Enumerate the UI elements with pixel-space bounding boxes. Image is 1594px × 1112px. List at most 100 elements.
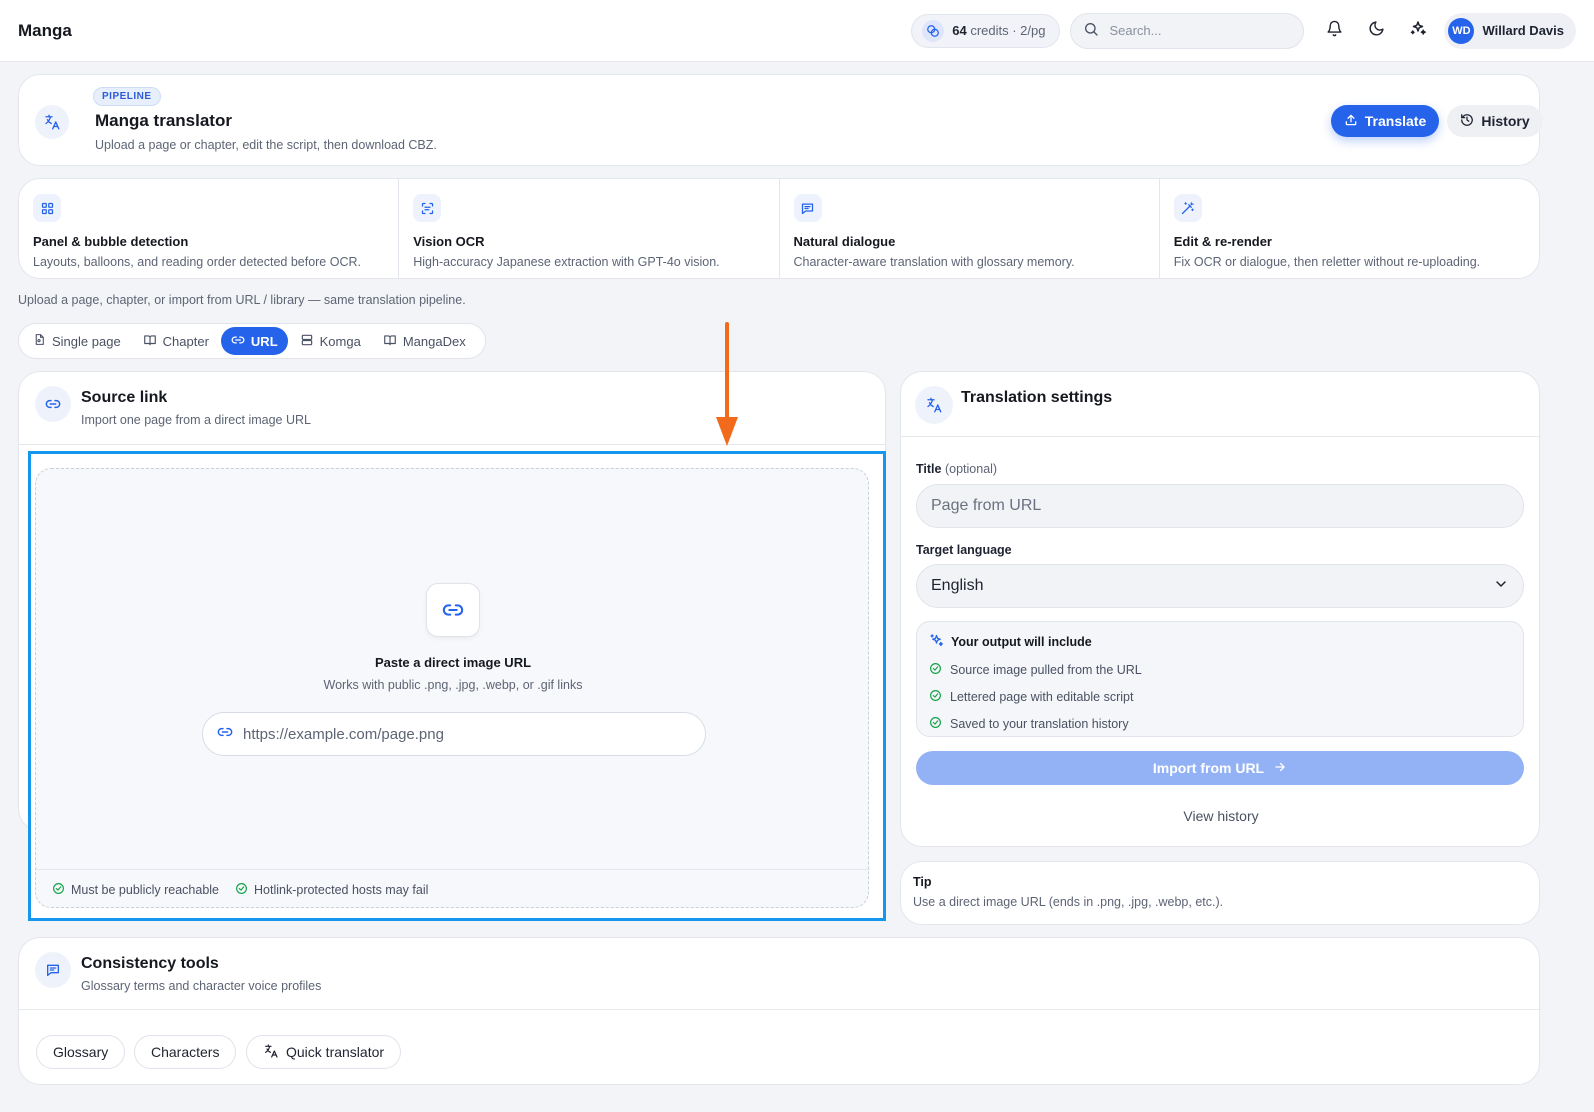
title-input[interactable]	[931, 497, 1509, 515]
feature-title: Edit & re-render	[1173, 234, 1272, 249]
divider	[19, 444, 885, 445]
check-circle-icon	[929, 716, 942, 732]
translate-icon	[263, 1043, 279, 1062]
source-tabs: Single page Chapter URL Komga MangaDex	[18, 323, 486, 359]
characters-button[interactable]: Characters	[134, 1035, 237, 1069]
feature-panel-detection: Panel & bubble detection Layouts, balloo…	[19, 179, 400, 278]
output-title: Your output will include	[929, 633, 1511, 651]
output-item-text: Lettered page with editable script	[950, 690, 1134, 704]
translate-button[interactable]: Translate	[1331, 105, 1439, 137]
sparkles-icon	[929, 633, 944, 651]
avatar: WD	[1448, 17, 1475, 44]
consistency-tools-card: Consistency tools Glossary terms and cha…	[18, 937, 1541, 1085]
note-text: Hotlink-protected hosts may fail	[254, 882, 429, 897]
translate-icon	[915, 386, 953, 424]
tab-single-page[interactable]: Single page	[23, 327, 131, 355]
upload-icon	[1344, 113, 1358, 130]
settings-title: Translation settings	[961, 389, 1113, 406]
message-icon	[793, 194, 822, 222]
tip-title: Tip	[913, 875, 932, 889]
server-icon	[300, 333, 314, 350]
grid-icon	[33, 194, 61, 222]
tab-chapter[interactable]: Chapter	[133, 327, 219, 355]
tab-url[interactable]: URL	[220, 327, 288, 355]
url-drop-zone[interactable]: Paste a direct image URL Works with publ…	[35, 468, 870, 909]
search-placeholder: Search...	[1109, 23, 1162, 38]
drop-zone-notes: Must be publicly reachable Hotlink-prote…	[36, 869, 870, 909]
chip-label: Glossary	[53, 1044, 109, 1060]
output-item-text: Saved to your translation history	[950, 717, 1129, 731]
output-summary: Your output will include Source image pu…	[916, 621, 1524, 737]
target-language-select[interactable]: English	[916, 564, 1524, 608]
history-button[interactable]: History	[1447, 105, 1543, 137]
translation-settings-card: Translation settings Title (optional) Ta…	[900, 371, 1541, 847]
glossary-button[interactable]: Glossary	[36, 1035, 126, 1069]
title-label: Title (optional)	[916, 462, 997, 476]
quick-translator-button[interactable]: Quick translator	[246, 1035, 402, 1069]
search-box[interactable]: Search...	[1070, 12, 1305, 49]
tab-label: Komga	[319, 333, 361, 349]
hero-card: PIPELINE Manga translator Upload a page …	[18, 74, 1543, 166]
bell-icon	[1326, 20, 1343, 42]
feature-title: Vision OCR	[413, 234, 485, 249]
output-item-text: Source image pulled from the URL	[950, 663, 1142, 677]
check-circle-icon	[929, 662, 942, 678]
book-icon	[143, 333, 157, 350]
theme-toggle-button[interactable]	[1358, 13, 1394, 49]
consistency-subtitle: Glossary terms and character voice profi…	[81, 979, 322, 993]
search-icon	[1083, 21, 1099, 40]
tab-label: Single page	[52, 333, 121, 349]
output-item: Saved to your translation history	[929, 716, 1511, 732]
intro-text: Upload a page, chapter, or import from U…	[18, 293, 466, 307]
note-item: Hotlink-protected hosts may fail	[235, 882, 428, 898]
view-history-link[interactable]: View history	[901, 808, 1541, 824]
import-from-url-button[interactable]: Import from URL	[916, 751, 1524, 785]
url-input-wrapper	[202, 712, 706, 756]
import-button-label: Import from URL	[1152, 760, 1265, 776]
credits-suffix: credits · 2/pg	[970, 23, 1046, 38]
tab-label: Chapter	[162, 333, 209, 349]
drop-zone-title: Paste a direct image URL	[374, 655, 532, 670]
check-circle-icon	[929, 689, 942, 705]
arrow-right-icon	[1273, 760, 1287, 777]
tab-label: URL	[250, 333, 278, 349]
moon-icon	[1368, 20, 1385, 42]
title-field-wrapper	[916, 484, 1524, 528]
link-icon	[217, 724, 233, 745]
credits-badge[interactable]: 64 credits · 2/pg	[911, 13, 1061, 48]
translate-button-label: Translate	[1364, 113, 1427, 129]
credits-icon	[922, 19, 945, 42]
ai-assist-button[interactable]	[1400, 13, 1436, 49]
page-title: Manga translator	[95, 111, 232, 130]
feature-desc: Fix OCR or dialogue, then reletter witho…	[1173, 255, 1481, 269]
wand-icon	[1173, 194, 1202, 222]
feature-desc: Character-aware translation with glossar…	[793, 255, 1075, 269]
check-circle-icon	[235, 882, 248, 898]
url-input[interactable]	[243, 725, 691, 743]
source-title: Source link	[81, 389, 168, 406]
tip-card: Tip Use a direct image URL (ends in .png…	[900, 861, 1540, 925]
feature-desc: High-accuracy Japanese extraction with G…	[413, 255, 720, 269]
feature-edit-rerender: Edit & re-render Fix OCR or dialogue, th…	[1160, 179, 1539, 278]
tip-text: Use a direct image URL (ends in .png, .j…	[913, 895, 1224, 909]
tab-mangadex[interactable]: MangaDex	[373, 327, 476, 355]
feature-natural-dialogue: Natural dialogue Character-aware transla…	[780, 179, 1160, 278]
notifications-button[interactable]	[1316, 13, 1352, 49]
translate-icon	[35, 105, 69, 139]
history-icon	[1460, 113, 1474, 130]
user-menu[interactable]: WD Willard Davis	[1444, 12, 1576, 49]
tab-label: MangaDex	[402, 333, 466, 349]
file-icon	[33, 333, 46, 349]
link-icon	[231, 333, 245, 350]
pipeline-tag: PIPELINE	[93, 87, 161, 106]
divider	[19, 1009, 1541, 1010]
top-bar: Manga 64 credits · 2/pg Search... WD Wil…	[0, 0, 1594, 62]
history-button-label: History	[1481, 113, 1530, 129]
brand-name[interactable]: Manga	[18, 21, 72, 41]
page-subtitle: Upload a page or chapter, edit the scrip…	[95, 138, 437, 152]
credits-count: 64	[952, 23, 967, 38]
feature-strip: Panel & bubble detection Layouts, balloo…	[18, 178, 1540, 279]
note-item: Must be publicly reachable	[52, 882, 219, 898]
tab-komga[interactable]: Komga	[290, 327, 371, 355]
sparkles-icon	[1409, 19, 1427, 42]
